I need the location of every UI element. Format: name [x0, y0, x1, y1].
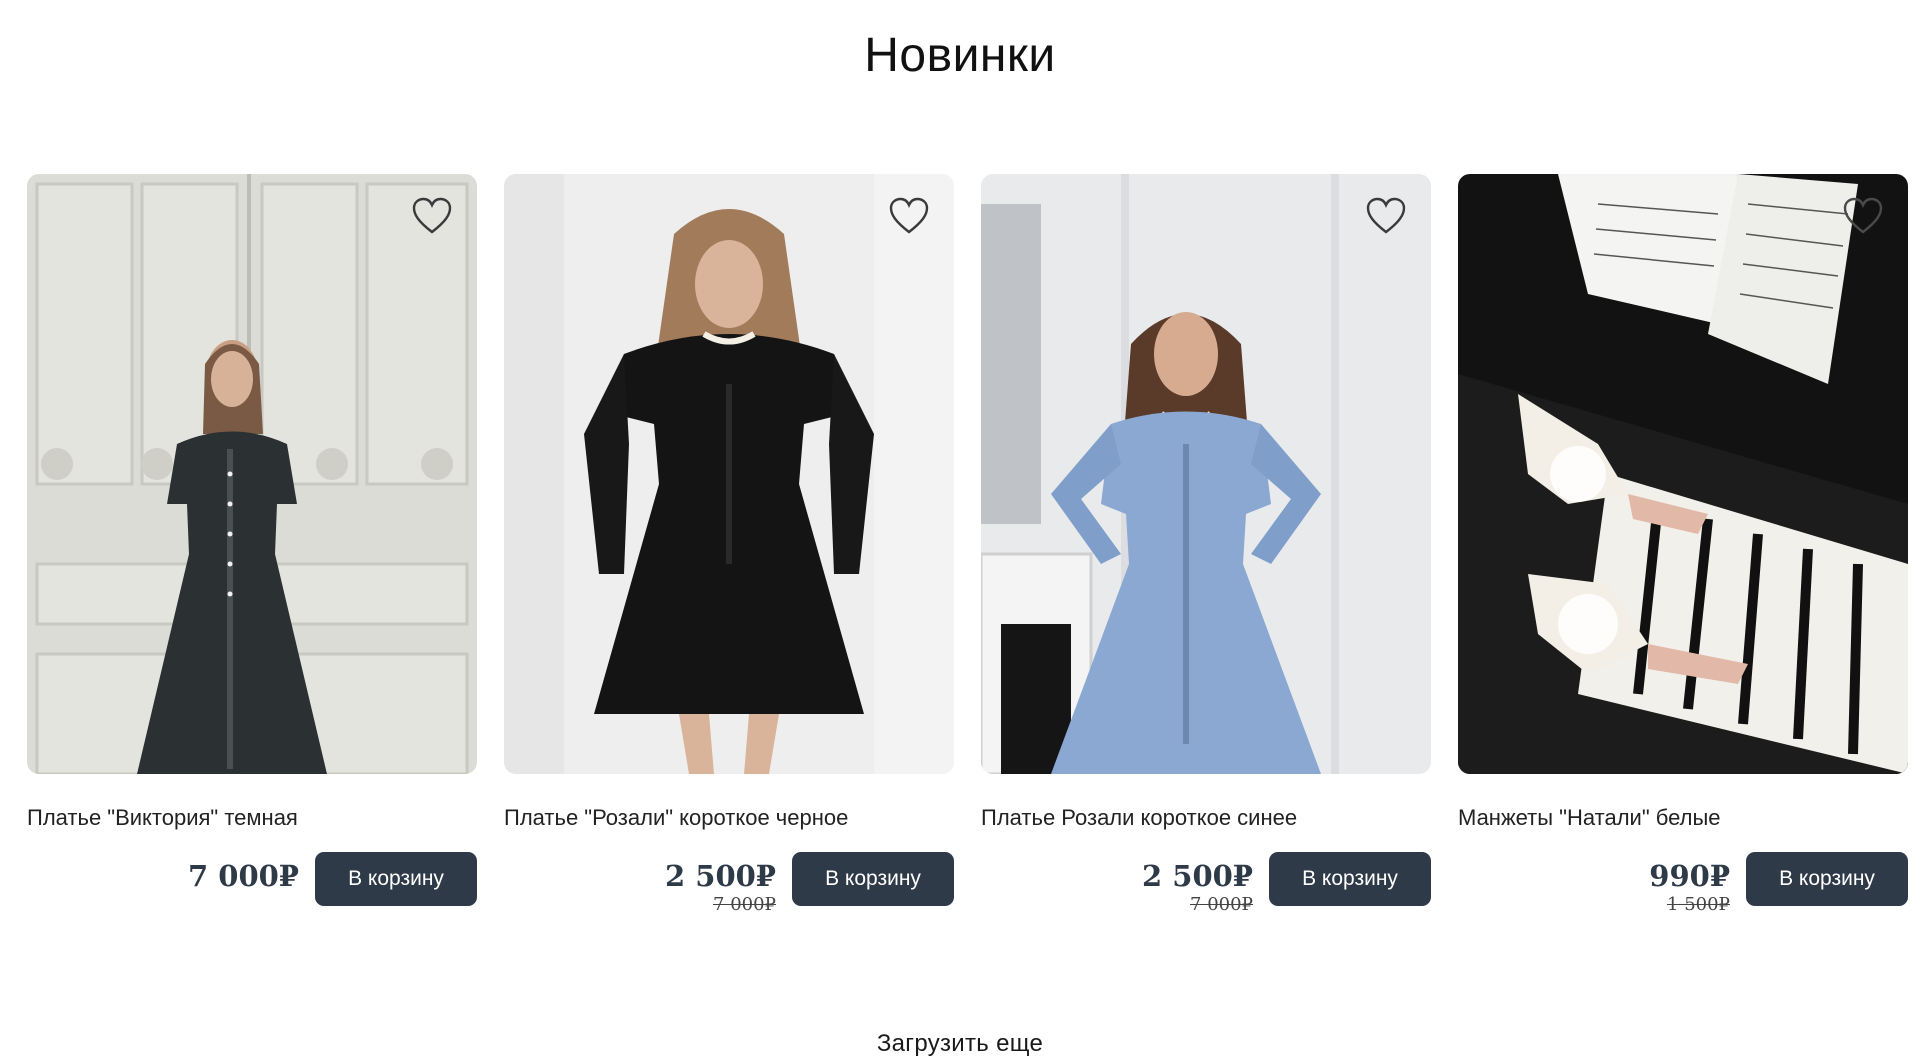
product-name[interactable]: Платье "Розали" короткое черное [504, 804, 954, 832]
add-to-cart-button[interactable]: В корзину [1269, 852, 1431, 906]
favorite-heart-icon[interactable] [888, 196, 930, 236]
purchase-row: 2 500₽ 7 000₽ В корзину [504, 852, 954, 932]
product-price: 7 000₽ [188, 859, 299, 893]
product-grid: Платье "Виктория" темная 7 000₽ В корзин… [27, 174, 1908, 932]
purchase-row: 2 500₽ 7 000₽ В корзину [981, 852, 1431, 932]
favorite-heart-icon[interactable] [1365, 196, 1407, 236]
product-old-price: 1 500₽ [1667, 894, 1730, 915]
product-old-price: 7 000₽ [1190, 894, 1253, 915]
product-price: 2 500₽ [665, 859, 776, 893]
price-block: 7 000₽ [188, 858, 299, 894]
product-photo[interactable] [27, 174, 477, 774]
add-to-cart-button[interactable]: В корзину [315, 852, 477, 906]
product-name[interactable]: Платье "Виктория" темная [27, 804, 477, 832]
purchase-row: 990₽ 1 500₽ В корзину [1458, 852, 1908, 932]
price-block: 2 500₽ 7 000₽ [665, 858, 776, 916]
product-old-price: 7 000₽ [713, 894, 776, 915]
product-card: Платье "Розали" короткое черное 2 500₽ 7… [504, 174, 954, 932]
product-price: 2 500₽ [1142, 859, 1253, 893]
product-name[interactable]: Манжеты "Натали" белые [1458, 804, 1908, 832]
product-card: Платье "Виктория" темная 7 000₽ В корзин… [27, 174, 477, 932]
product-price: 990₽ [1649, 859, 1730, 893]
price-block: 990₽ 1 500₽ [1649, 858, 1730, 916]
add-to-cart-button[interactable]: В корзину [1746, 852, 1908, 906]
product-photo[interactable] [981, 174, 1431, 774]
purchase-row: 7 000₽ В корзину [27, 852, 477, 932]
price-block: 2 500₽ 7 000₽ [1142, 858, 1253, 916]
product-name[interactable]: Платье Розали короткое синее [981, 804, 1431, 832]
section-title: Новинки [864, 29, 1056, 82]
load-more-button[interactable]: Загрузить еще [877, 1030, 1043, 1057]
dress-photo-image [27, 174, 477, 774]
cuffs-photo-image [1458, 174, 1908, 774]
dress-photo-image [981, 174, 1431, 774]
product-photo[interactable] [504, 174, 954, 774]
product-card: Платье Розали короткое синее 2 500₽ 7 00… [981, 174, 1431, 932]
favorite-heart-icon[interactable] [1842, 196, 1884, 236]
load-more-wrapper: Загрузить еще [0, 1030, 1920, 1058]
add-to-cart-button[interactable]: В корзину [792, 852, 954, 906]
new-arrivals-page: Новинки Платье "Виктория" темная 7 000₽ … [0, 0, 1920, 1064]
favorite-heart-icon[interactable] [411, 196, 453, 236]
product-card: Манжеты "Натали" белые 990₽ 1 500₽ В кор… [1458, 174, 1908, 932]
dress-photo-image [504, 174, 954, 774]
product-photo[interactable] [1458, 174, 1908, 774]
